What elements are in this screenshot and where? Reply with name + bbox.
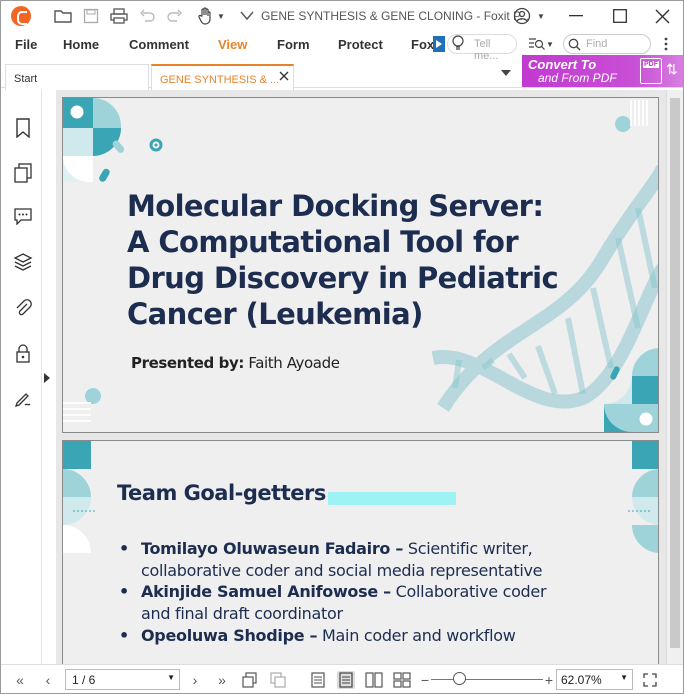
- facing-view-icon[interactable]: [365, 671, 383, 689]
- comments-icon[interactable]: [13, 206, 33, 226]
- promo-line2: and From PDF: [538, 71, 617, 85]
- single-page-view-icon[interactable]: [309, 671, 327, 689]
- tab-start-label: Start: [14, 73, 38, 85]
- team-member-item: • Akinjide Samuel Anifowose – Collaborat…: [119, 581, 563, 625]
- menu-home[interactable]: Home: [63, 37, 99, 52]
- slide-title-line-2: A Computational Tool for: [127, 225, 519, 259]
- document-viewport[interactable]: Molecular Docking Server: A Computationa…: [56, 90, 666, 664]
- next-view-icon[interactable]: [269, 671, 287, 689]
- slide-title-line-1: Molecular Docking Server:: [127, 189, 544, 223]
- vertical-scrollbar[interactable]: [666, 90, 683, 664]
- convert-pdf-banner[interactable]: Convert To and From PDF PDF ⇅: [522, 55, 683, 87]
- menu-file[interactable]: File: [15, 37, 37, 52]
- account-icon[interactable]: [512, 6, 532, 26]
- menu-form[interactable]: Form: [277, 37, 310, 52]
- bullet: •: [119, 539, 129, 558]
- maximize-button[interactable]: [608, 5, 632, 27]
- bookmark-icon[interactable]: [13, 118, 33, 138]
- zoom-out-icon[interactable]: −: [416, 671, 434, 689]
- title-bar: ▼ GENE SYNTHESIS & GENE CLONING - Foxit …: [1, 1, 683, 32]
- lightbulb-icon: [450, 35, 466, 51]
- menu-view[interactable]: View: [218, 37, 247, 52]
- bullet: •: [119, 626, 129, 645]
- zoom-dropdown-icon[interactable]: ▼: [620, 673, 628, 682]
- page-dropdown-icon[interactable]: ▼: [167, 673, 175, 682]
- pages-thumbnail-icon[interactable]: [13, 163, 33, 183]
- pdf-label: PDF: [643, 61, 659, 68]
- tab-start[interactable]: Start: [5, 64, 149, 90]
- close-tab-icon[interactable]: [279, 71, 289, 84]
- page-2: Team Goal-getters • Tomilayo Oluwaseun F…: [62, 440, 659, 664]
- redo-icon[interactable]: [165, 6, 185, 26]
- layers-icon[interactable]: [13, 252, 33, 272]
- presented-by-label: Presented by:: [131, 354, 244, 372]
- minimize-button[interactable]: [564, 5, 588, 27]
- presented-by: Presented by: Faith Ayoade: [131, 354, 340, 372]
- print-icon[interactable]: [109, 6, 129, 26]
- fullscreen-icon[interactable]: [641, 671, 659, 689]
- attachments-icon[interactable]: [13, 298, 33, 318]
- slide-title-line-3: Drug Discovery in Pediatric: [127, 261, 559, 295]
- member-name: Tomilayo Oluwaseun Fadairo –: [141, 539, 404, 558]
- presenter-name: Faith Ayoade: [248, 354, 340, 372]
- navigation-sidebar: [1, 90, 42, 664]
- zoom-level: 62.07%: [561, 673, 602, 687]
- slide-title-line-4: Cancer (Leukemia): [127, 297, 423, 331]
- ribbon-scroll-right-button[interactable]: [433, 36, 445, 52]
- more-options-icon[interactable]: [658, 35, 674, 53]
- team-member-item: • Tomilayo Oluwaseun Fadairo – Scientifi…: [119, 538, 563, 582]
- convert-arrows-icon: ⇅: [666, 61, 678, 77]
- member-role: Main coder and workflow: [322, 626, 516, 645]
- next-page-icon[interactable]: ›: [186, 671, 204, 689]
- previous-page-icon[interactable]: ‹: [39, 671, 57, 689]
- menu-protect[interactable]: Protect: [338, 37, 383, 52]
- customize-toolbar-icon[interactable]: [237, 6, 257, 26]
- heading-accent-bar: [328, 492, 456, 505]
- menu-comment[interactable]: Comment: [129, 37, 189, 52]
- search-icon: [566, 36, 582, 52]
- foxit-logo-icon[interactable]: [11, 6, 31, 26]
- search-options-dropdown-icon[interactable]: ▼: [544, 36, 556, 52]
- menu-foxit[interactable]: Fox: [411, 37, 434, 52]
- security-lock-icon[interactable]: [13, 343, 33, 363]
- open-folder-icon[interactable]: [53, 6, 73, 26]
- last-page-icon[interactable]: »: [213, 671, 231, 689]
- expand-sidebar-icon[interactable]: [44, 373, 50, 383]
- slide2-heading: Team Goal-getters: [117, 481, 326, 505]
- chevron-down-icon[interactable]: ▼: [211, 6, 231, 26]
- bullet: •: [119, 582, 129, 601]
- close-button[interactable]: [650, 5, 674, 27]
- scrollbar-thumb[interactable]: [670, 98, 680, 648]
- continuous-view-icon[interactable]: [337, 671, 355, 689]
- member-name: Akinjide Samuel Anifowose –: [141, 582, 391, 601]
- tab-document[interactable]: GENE SYNTHESIS & ...: [151, 64, 294, 90]
- slide-title: Molecular Docking Server: A Computationa…: [127, 188, 559, 332]
- account-dropdown-icon[interactable]: ▼: [531, 6, 551, 26]
- zoom-slider-handle[interactable]: [452, 672, 466, 685]
- pdf-document-icon: PDF: [640, 58, 662, 84]
- continuous-facing-view-icon[interactable]: [393, 671, 411, 689]
- signature-icon[interactable]: [13, 389, 33, 409]
- undo-icon[interactable]: [137, 6, 157, 26]
- tab-document-label: GENE SYNTHESIS & ...: [160, 74, 280, 86]
- zoom-slider-track[interactable]: [431, 679, 543, 680]
- first-page-icon[interactable]: «: [11, 671, 29, 689]
- zoom-level-field[interactable]: 62.07% ▼: [556, 669, 633, 690]
- app-window: ▼ GENE SYNTHESIS & GENE CLONING - Foxit …: [0, 0, 684, 694]
- window-title: GENE SYNTHESIS & GENE CLONING - Foxit P.…: [261, 9, 530, 23]
- tab-list-dropdown-icon[interactable]: [501, 70, 511, 76]
- previous-view-icon[interactable]: [241, 671, 259, 689]
- page-1: Molecular Docking Server: A Computationa…: [62, 97, 659, 433]
- member-name: Opeoluwa Shodipe –: [141, 626, 318, 645]
- status-bar: « ‹ 1 / 6 ▼ › » − + 62.07% ▼: [1, 664, 683, 693]
- promo-line1: Convert To: [528, 57, 597, 72]
- team-member-item: • Opeoluwa Shodipe – Main coder and work…: [119, 625, 563, 647]
- page-number-field[interactable]: 1 / 6 ▼: [65, 669, 180, 690]
- save-icon[interactable]: [81, 6, 101, 26]
- page-indicator: 1 / 6: [72, 673, 96, 687]
